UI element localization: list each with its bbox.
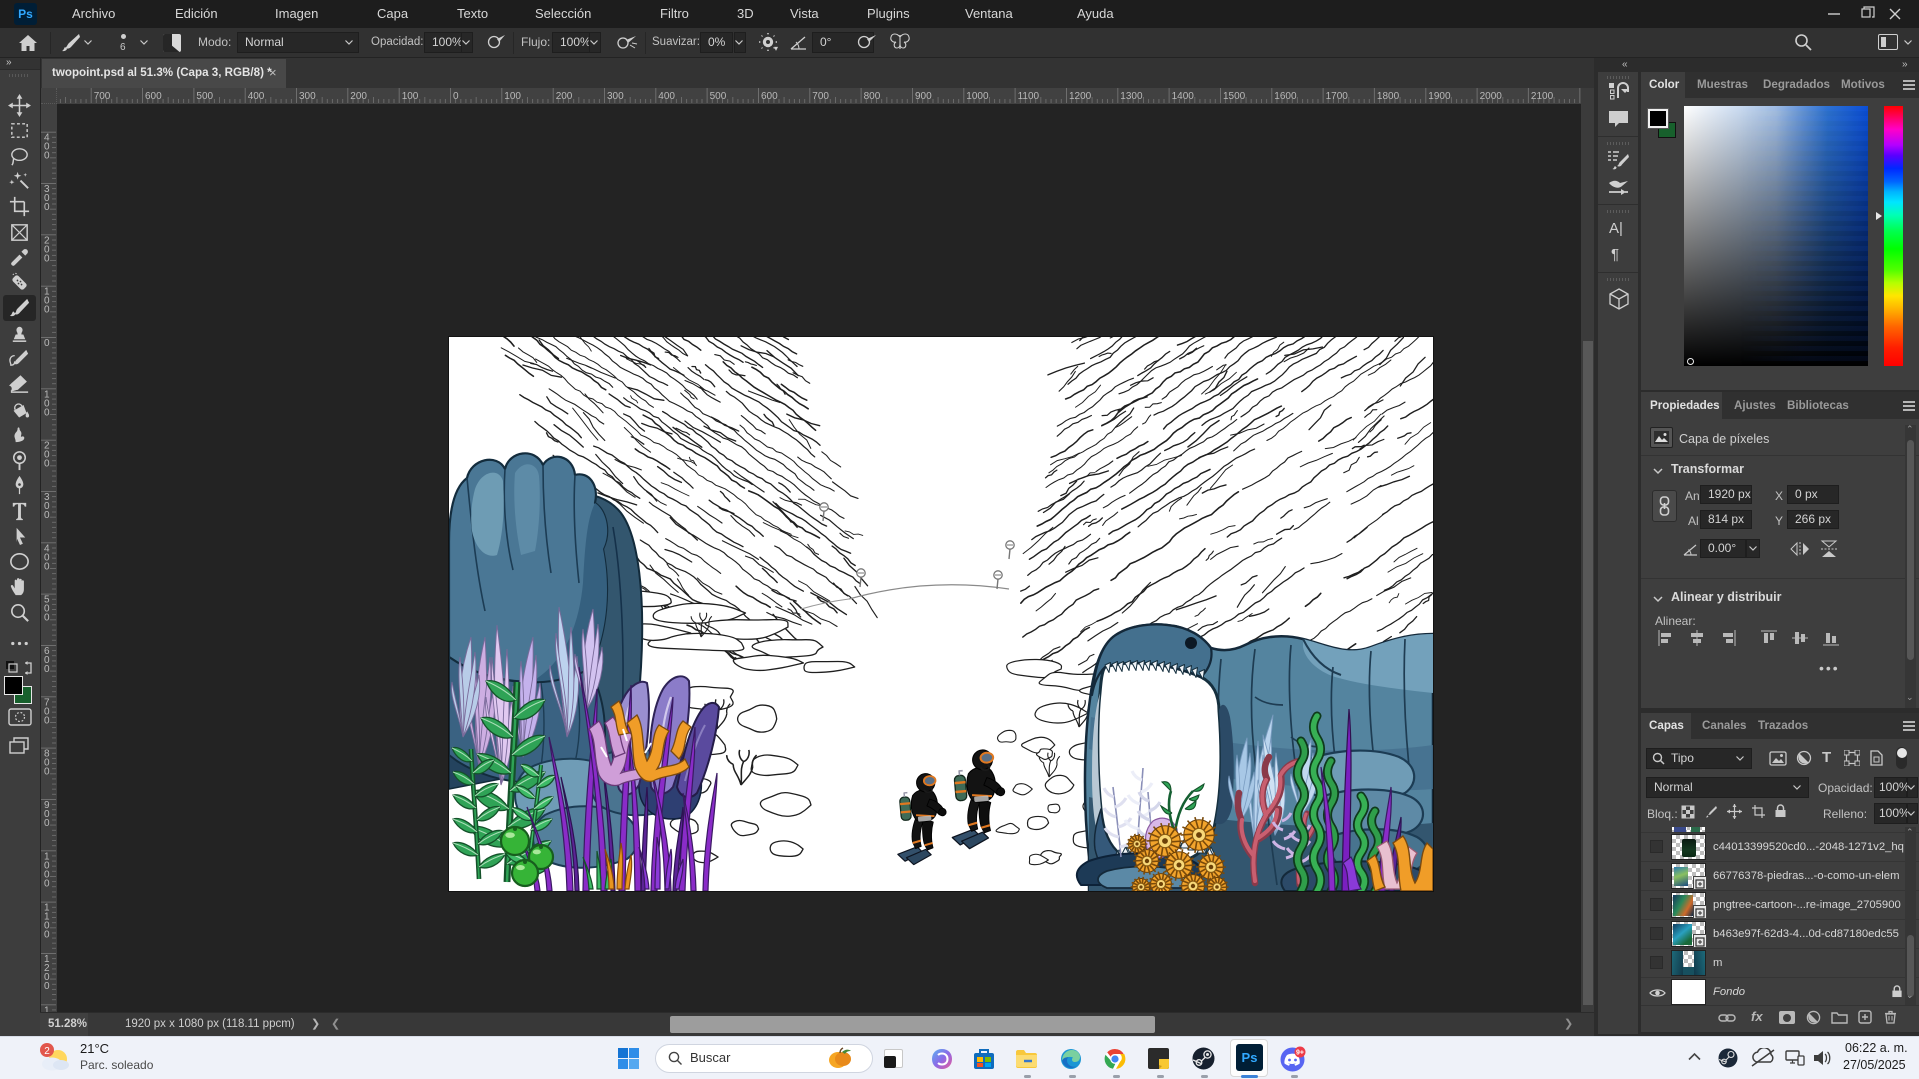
- svg-text:0: 0: [44, 561, 50, 572]
- svg-text:0: 0: [44, 151, 50, 162]
- svg-text:0: 0: [44, 613, 50, 624]
- svg-text:0: 0: [44, 818, 50, 829]
- svg-text:1: 1: [44, 1005, 50, 1012]
- svg-text:1400: 1400: [1172, 91, 1195, 102]
- svg-text:0: 0: [44, 664, 50, 675]
- svg-text:0: 0: [44, 510, 50, 521]
- svg-text:1500: 1500: [1223, 91, 1246, 102]
- svg-text:9+: 9+: [1296, 1050, 1304, 1057]
- svg-text:1200: 1200: [1069, 91, 1092, 102]
- svg-text:0: 0: [44, 930, 50, 941]
- svg-text:2: 2: [44, 1046, 50, 1057]
- svg-text:1700: 1700: [1326, 91, 1349, 102]
- svg-text:2100: 2100: [1531, 91, 1554, 102]
- svg-text:0: 0: [44, 202, 50, 213]
- svg-text:0: 0: [44, 459, 50, 470]
- svg-text:0: 0: [44, 338, 50, 349]
- svg-text:2000: 2000: [1480, 91, 1503, 102]
- svg-text:1900: 1900: [1428, 91, 1451, 102]
- svg-text:1600: 1600: [1274, 91, 1297, 102]
- svg-text:1800: 1800: [1377, 91, 1400, 102]
- svg-text:1300: 1300: [1120, 91, 1143, 102]
- svg-text:0: 0: [44, 407, 50, 418]
- svg-text:0: 0: [44, 981, 50, 992]
- svg-text:1100: 1100: [1018, 91, 1040, 102]
- svg-text:1000: 1000: [966, 91, 989, 102]
- svg-text:0: 0: [44, 767, 50, 778]
- svg-text:0: 0: [44, 715, 50, 726]
- svg-text:0: 0: [44, 253, 50, 264]
- svg-text:0: 0: [44, 305, 50, 316]
- svg-text:0: 0: [44, 878, 50, 889]
